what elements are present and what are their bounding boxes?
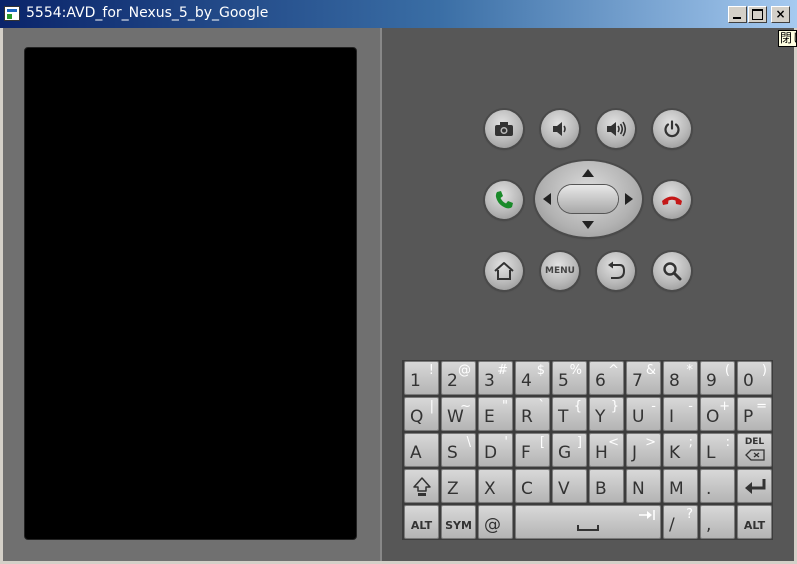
dpad-up-icon[interactable]	[582, 169, 594, 177]
dpad-left-icon[interactable]	[543, 193, 551, 205]
back-icon	[608, 261, 626, 279]
key-2[interactable]: 2 @	[441, 361, 476, 395]
key-g[interactable]: G]	[552, 433, 587, 467]
key-7[interactable]: 7 &	[626, 361, 661, 395]
key-enter[interactable]	[737, 469, 772, 503]
key-h[interactable]: H <	[589, 433, 624, 467]
key-q[interactable]: Q |	[404, 397, 439, 431]
key-p[interactable]: P =	[737, 397, 772, 431]
key-del[interactable]: DEL	[737, 433, 772, 467]
key-i[interactable]: I-	[663, 397, 698, 431]
key-r[interactable]: R `	[515, 397, 550, 431]
menu-label: MENU	[545, 266, 575, 276]
key-c[interactable]: C	[515, 469, 550, 503]
backspace-icon	[745, 449, 765, 461]
maximize-button[interactable]	[748, 6, 767, 23]
device-screen[interactable]	[24, 47, 357, 540]
home-button[interactable]	[485, 252, 523, 290]
call-button[interactable]	[485, 181, 523, 219]
camera-button[interactable]	[485, 110, 523, 148]
key-j[interactable]: J >	[626, 433, 661, 467]
key-n[interactable]: N	[626, 469, 661, 503]
key-space[interactable]	[515, 505, 661, 539]
space-icon	[577, 525, 599, 531]
volume-down-button[interactable]	[541, 110, 579, 148]
tab-icon	[639, 510, 655, 520]
key-t[interactable]: T{	[552, 397, 587, 431]
key-x[interactable]: X	[478, 469, 513, 503]
del-label: DEL	[744, 437, 765, 447]
key-e[interactable]: E "	[478, 397, 513, 431]
key-0[interactable]: 0)	[737, 361, 772, 395]
key-w[interactable]: W ~	[441, 397, 476, 431]
key-f[interactable]: F[	[515, 433, 550, 467]
back-button[interactable]	[597, 252, 635, 290]
key-8[interactable]: 8 *	[663, 361, 698, 395]
title-bar: 5554:AVD_for_Nexus_5_by_Google ×	[0, 0, 797, 28]
key-alt-right[interactable]: ALT	[737, 505, 772, 539]
key-3[interactable]: 3 #	[478, 361, 513, 395]
close-tooltip: 閉じる	[778, 30, 797, 47]
key-a[interactable]: A	[404, 433, 439, 467]
key-b[interactable]: B	[589, 469, 624, 503]
search-button[interactable]	[653, 252, 691, 290]
volume-down-icon	[553, 122, 566, 136]
key-z[interactable]: Z	[441, 469, 476, 503]
key-1[interactable]: 1!	[404, 361, 439, 395]
key-5[interactable]: 5%	[552, 361, 587, 395]
volume-up-button[interactable]	[597, 110, 635, 148]
minimize-button[interactable]	[728, 6, 747, 23]
search-icon	[663, 262, 682, 281]
key-v[interactable]: V	[552, 469, 587, 503]
dpad-center-button[interactable]	[558, 185, 618, 213]
call-icon	[495, 191, 513, 209]
key-u[interactable]: U-	[626, 397, 661, 431]
key-6[interactable]: 6 ^	[589, 361, 624, 395]
home-icon	[494, 262, 514, 280]
dpad-right-icon[interactable]	[625, 193, 633, 205]
key-m[interactable]: M	[663, 469, 698, 503]
key-slash[interactable]: /?	[663, 505, 698, 539]
dpad-down-icon[interactable]	[582, 221, 594, 229]
key-y[interactable]: Y}	[589, 397, 624, 431]
key-period[interactable]: .	[700, 469, 735, 503]
key-9[interactable]: 9(	[700, 361, 735, 395]
key-l[interactable]: L:	[700, 433, 735, 467]
shift-icon	[413, 477, 431, 496]
enter-icon	[745, 479, 766, 494]
key-d[interactable]: D '	[478, 433, 513, 467]
menu-button[interactable]: MENU	[541, 252, 579, 290]
power-icon	[664, 120, 680, 138]
close-button[interactable]: ×	[771, 6, 790, 23]
volume-up-icon	[607, 121, 627, 137]
key-4[interactable]: 4 $	[515, 361, 550, 395]
camera-icon	[495, 122, 513, 136]
key-k[interactable]: K;	[663, 433, 698, 467]
key-at[interactable]: @	[478, 505, 513, 539]
window-title: 5554:AVD_for_Nexus_5_by_Google	[26, 5, 269, 21]
app-icon[interactable]	[4, 6, 20, 21]
key-comma[interactable]: ,	[700, 505, 735, 539]
power-button[interactable]	[653, 110, 691, 148]
key-o[interactable]: O +	[700, 397, 735, 431]
key-shift[interactable]	[404, 469, 439, 503]
end-call-button[interactable]	[653, 181, 691, 219]
key-alt-left[interactable]: ALT	[404, 505, 439, 539]
key-sym[interactable]: SYM	[441, 505, 476, 539]
end-call-icon	[662, 196, 682, 205]
key-s[interactable]: S \	[441, 433, 476, 467]
